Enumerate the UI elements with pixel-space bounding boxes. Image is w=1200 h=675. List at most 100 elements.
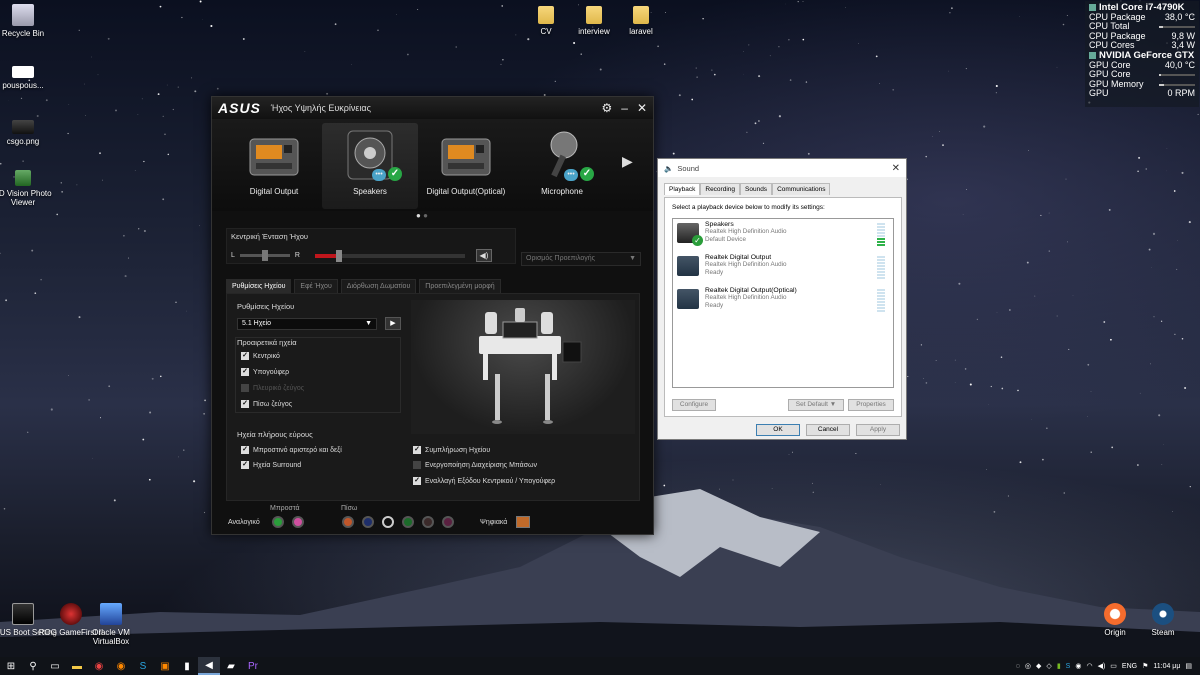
speaker-icon: ••• ✓ bbox=[342, 127, 402, 183]
steam-icon bbox=[1152, 603, 1174, 625]
checkbox-front-lr[interactable]: ✓ Μπροστινό αριστερό και δεξί bbox=[241, 446, 342, 454]
speaker-config-dropdown[interactable]: 5.1 Ηχείο ▼ bbox=[237, 318, 377, 330]
jack-front-green[interactable] bbox=[272, 516, 284, 528]
flag-icon[interactable]: ⚑ bbox=[1142, 662, 1148, 670]
minimize-icon[interactable]: – bbox=[621, 101, 628, 115]
steam-tray-icon[interactable]: ◎ bbox=[1025, 662, 1031, 670]
checkbox-center[interactable]: ✓ Κεντρικό bbox=[241, 352, 280, 360]
preset-dropdown[interactable]: Ορισμός Προεπιλογής ▼ bbox=[521, 252, 641, 266]
list-item-digital-output-optical[interactable]: Realtek Digital Output(Optical) Realtek … bbox=[677, 287, 889, 317]
sublime-icon[interactable]: ▣ bbox=[154, 657, 176, 675]
desktop-icon-3d-vision[interactable]: 3D Vision Photo Viewer bbox=[0, 170, 58, 207]
tab-speaker-settings[interactable]: Ρυθμίσεις Ηχείου bbox=[226, 279, 292, 293]
desktop-folder-laravel[interactable]: laravel bbox=[606, 6, 676, 36]
hw-row: CPU Cores 3,4 W bbox=[1089, 40, 1195, 51]
apply-button[interactable]: Apply bbox=[856, 424, 900, 436]
checkbox-subwoofer[interactable]: ✓ Υπογούφερ bbox=[241, 368, 289, 376]
checkbox-bass-management[interactable]: Ενεργοποίηση Διαχείρισης Μπάσων bbox=[413, 461, 537, 469]
close-icon[interactable]: ✕ bbox=[637, 101, 647, 115]
cancel-button[interactable]: Cancel bbox=[806, 424, 850, 436]
next-device-arrow[interactable]: ▶ bbox=[622, 153, 633, 170]
properties-button[interactable]: Properties bbox=[848, 399, 894, 411]
digital-jack-icon[interactable] bbox=[516, 516, 530, 528]
shield-tray-icon[interactable]: ◇ bbox=[1046, 662, 1051, 670]
ok-button[interactable]: OK bbox=[756, 424, 800, 436]
close-icon[interactable]: ✕ bbox=[892, 163, 900, 174]
analog-label: Αναλογικό bbox=[228, 519, 260, 526]
checkbox-surround[interactable]: ✓ Ηχεία Surround bbox=[241, 461, 301, 469]
nvidia-tray-icon[interactable]: ▮ bbox=[1057, 662, 1061, 670]
action-center-icon[interactable]: ▤ bbox=[1185, 662, 1192, 670]
search-icon[interactable]: ⚲ bbox=[22, 657, 44, 675]
master-volume-slider[interactable] bbox=[314, 249, 465, 262]
tab-sounds[interactable]: Sounds bbox=[740, 183, 773, 195]
windows-start-icon[interactable]: ⊞ bbox=[0, 657, 22, 675]
jack-rear-pink[interactable] bbox=[442, 516, 454, 528]
tab-communications[interactable]: Communications bbox=[772, 183, 831, 195]
tab-room-correction[interactable]: Διόρθωση Δωματίου bbox=[340, 279, 417, 293]
chrome-icon[interactable]: ◉ bbox=[88, 657, 110, 675]
sound-dialog: 🔈 Sound ✕ Playback Recording Sounds Comm… bbox=[657, 158, 907, 440]
folder-icon bbox=[586, 6, 602, 24]
device-speakers[interactable]: ••• ✓ Speakers bbox=[322, 123, 418, 209]
recycle-bin-icon bbox=[12, 4, 34, 26]
checkbox-speaker-fill[interactable]: ✓ Συμπλήρωση Ηχείου bbox=[413, 446, 490, 454]
digital-output-icon bbox=[438, 127, 494, 183]
tab-recording[interactable]: Recording bbox=[700, 183, 741, 195]
jack-rear-blue[interactable] bbox=[362, 516, 374, 528]
desktop-icon-virtualbox[interactable]: Oracle VM VirtualBox bbox=[76, 603, 146, 646]
hardware-monitor-gadget: Intel Core i7-4790K CPU Package 38,0 °C C… bbox=[1085, 1, 1199, 107]
tab-sound-effects[interactable]: Εφέ Ήχου bbox=[294, 279, 338, 293]
gear-icon[interactable]: ⚙ bbox=[601, 101, 612, 115]
jack-rear-black[interactable] bbox=[382, 516, 394, 528]
language-indicator[interactable]: ENG bbox=[1122, 663, 1137, 670]
asus-audio-taskbar-icon[interactable]: ◀ bbox=[198, 657, 220, 675]
device-digital-output-optical[interactable]: Digital Output(Optical) bbox=[418, 123, 514, 209]
jack-rear-gray[interactable] bbox=[422, 516, 434, 528]
file-explorer-icon[interactable]: ▬ bbox=[66, 657, 88, 675]
level-meter bbox=[877, 289, 885, 313]
premiere-icon[interactable]: Pr bbox=[242, 657, 264, 675]
mute-speaker-icon[interactable]: ◀) bbox=[475, 249, 492, 262]
jack-front-pink[interactable] bbox=[292, 516, 304, 528]
jack-rear-orange[interactable] bbox=[342, 516, 354, 528]
notification-icon[interactable]: ▭ bbox=[1110, 662, 1117, 670]
skype-tray-icon[interactable]: S bbox=[1066, 663, 1071, 670]
sound-titlebar[interactable]: 🔈 Sound ✕ bbox=[658, 159, 906, 177]
network-tray-icon[interactable]: ◌ bbox=[1016, 663, 1020, 670]
desktop-icon-steam[interactable]: Steam bbox=[1128, 603, 1198, 637]
terminal-icon[interactable]: ▮ bbox=[176, 657, 198, 675]
asus-titlebar[interactable]: ASUS Ήχος Υψηλής Ευκρίνειας ⚙ – ✕ bbox=[212, 97, 653, 119]
speaker-settings-title: Ρυθμίσεις Ηχείου bbox=[237, 302, 295, 311]
skype-icon[interactable]: S bbox=[132, 657, 154, 675]
speaker-icon: ✓ bbox=[677, 223, 703, 246]
tab-default-format[interactable]: Προεπιλεγμένη μορφή bbox=[419, 279, 501, 293]
wifi-icon[interactable]: ◠ bbox=[1086, 662, 1092, 670]
taskbar: ⊞ ⚲ ▭ ▬ ◉ ◉ S ▣ ▮ ◀ ▰ Pr ◌ ◎ ◆ ◇ ▮ S ◉ ◠… bbox=[0, 657, 1200, 675]
jack-rear-green[interactable] bbox=[402, 516, 414, 528]
device-digital-output[interactable]: Digital Output bbox=[226, 123, 322, 209]
checkbox-center-sub-swap[interactable]: ✓ Εναλλαγή Εξόδου Κεντρικού / Υπογούφερ bbox=[413, 477, 555, 485]
desktop-icon-csgo[interactable]: csgo.png bbox=[0, 120, 58, 146]
digital-label: Ψηφιακά bbox=[480, 519, 508, 526]
dropbox-tray-icon[interactable]: ◆ bbox=[1036, 662, 1041, 670]
fullrange-title: Ηχεία πλήρους εύρους bbox=[237, 430, 313, 439]
set-default-button[interactable]: Set Default ▼ bbox=[788, 399, 844, 411]
volume-icon[interactable]: ◀) bbox=[1098, 662, 1106, 670]
clock[interactable]: 11:04 μμ bbox=[1153, 663, 1180, 670]
checkbox-side-pair[interactable]: Πλευρικό ζεύγος bbox=[241, 384, 304, 392]
configure-button[interactable]: Configure bbox=[672, 399, 716, 411]
desktop-icon-recycle-bin[interactable]: Recycle Bin bbox=[0, 4, 58, 38]
task-view-icon[interactable]: ▭ bbox=[44, 657, 66, 675]
desktop-icon-pouspous[interactable]: pouspous... bbox=[0, 66, 58, 90]
firefox-icon[interactable]: ◉ bbox=[110, 657, 132, 675]
media-icon[interactable]: ▰ bbox=[220, 657, 242, 675]
balance-slider[interactable] bbox=[239, 250, 290, 261]
checkbox-rear-pair[interactable]: ✓ Πίσω ζεύγος bbox=[241, 400, 292, 408]
list-item-speakers[interactable]: ✓ Speakers Realtek High Definition Audio… bbox=[677, 221, 889, 251]
device-microphone[interactable]: ••• ✓ Microphone bbox=[514, 123, 610, 209]
list-item-digital-output[interactable]: Realtek Digital Output Realtek High Defi… bbox=[677, 254, 889, 284]
play-test-button[interactable]: ▶ bbox=[385, 317, 401, 330]
chrome-tray-icon[interactable]: ◉ bbox=[1075, 662, 1081, 670]
tab-playback[interactable]: Playback bbox=[664, 183, 701, 195]
